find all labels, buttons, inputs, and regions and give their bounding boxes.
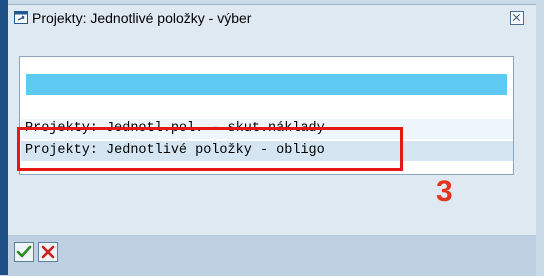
window-left-edge xyxy=(0,0,8,275)
annotation-step-number: 3 xyxy=(436,175,453,208)
annotation-highlight-box xyxy=(17,127,403,171)
selection-dialog: Projekty: Jednotlivé položky - výber Pro… xyxy=(8,4,536,276)
cancel-button[interactable] xyxy=(38,242,58,262)
dialog-titlebar: Projekty: Jednotlivé položky - výber xyxy=(8,5,536,31)
dialog-footer xyxy=(8,236,536,276)
confirm-button[interactable] xyxy=(14,242,34,262)
list-header-bar xyxy=(26,74,507,95)
close-icon[interactable] xyxy=(510,11,524,25)
dialog-title: Projekty: Jednotlivé položky - výber xyxy=(32,10,252,26)
dialog-window-icon xyxy=(14,10,29,24)
